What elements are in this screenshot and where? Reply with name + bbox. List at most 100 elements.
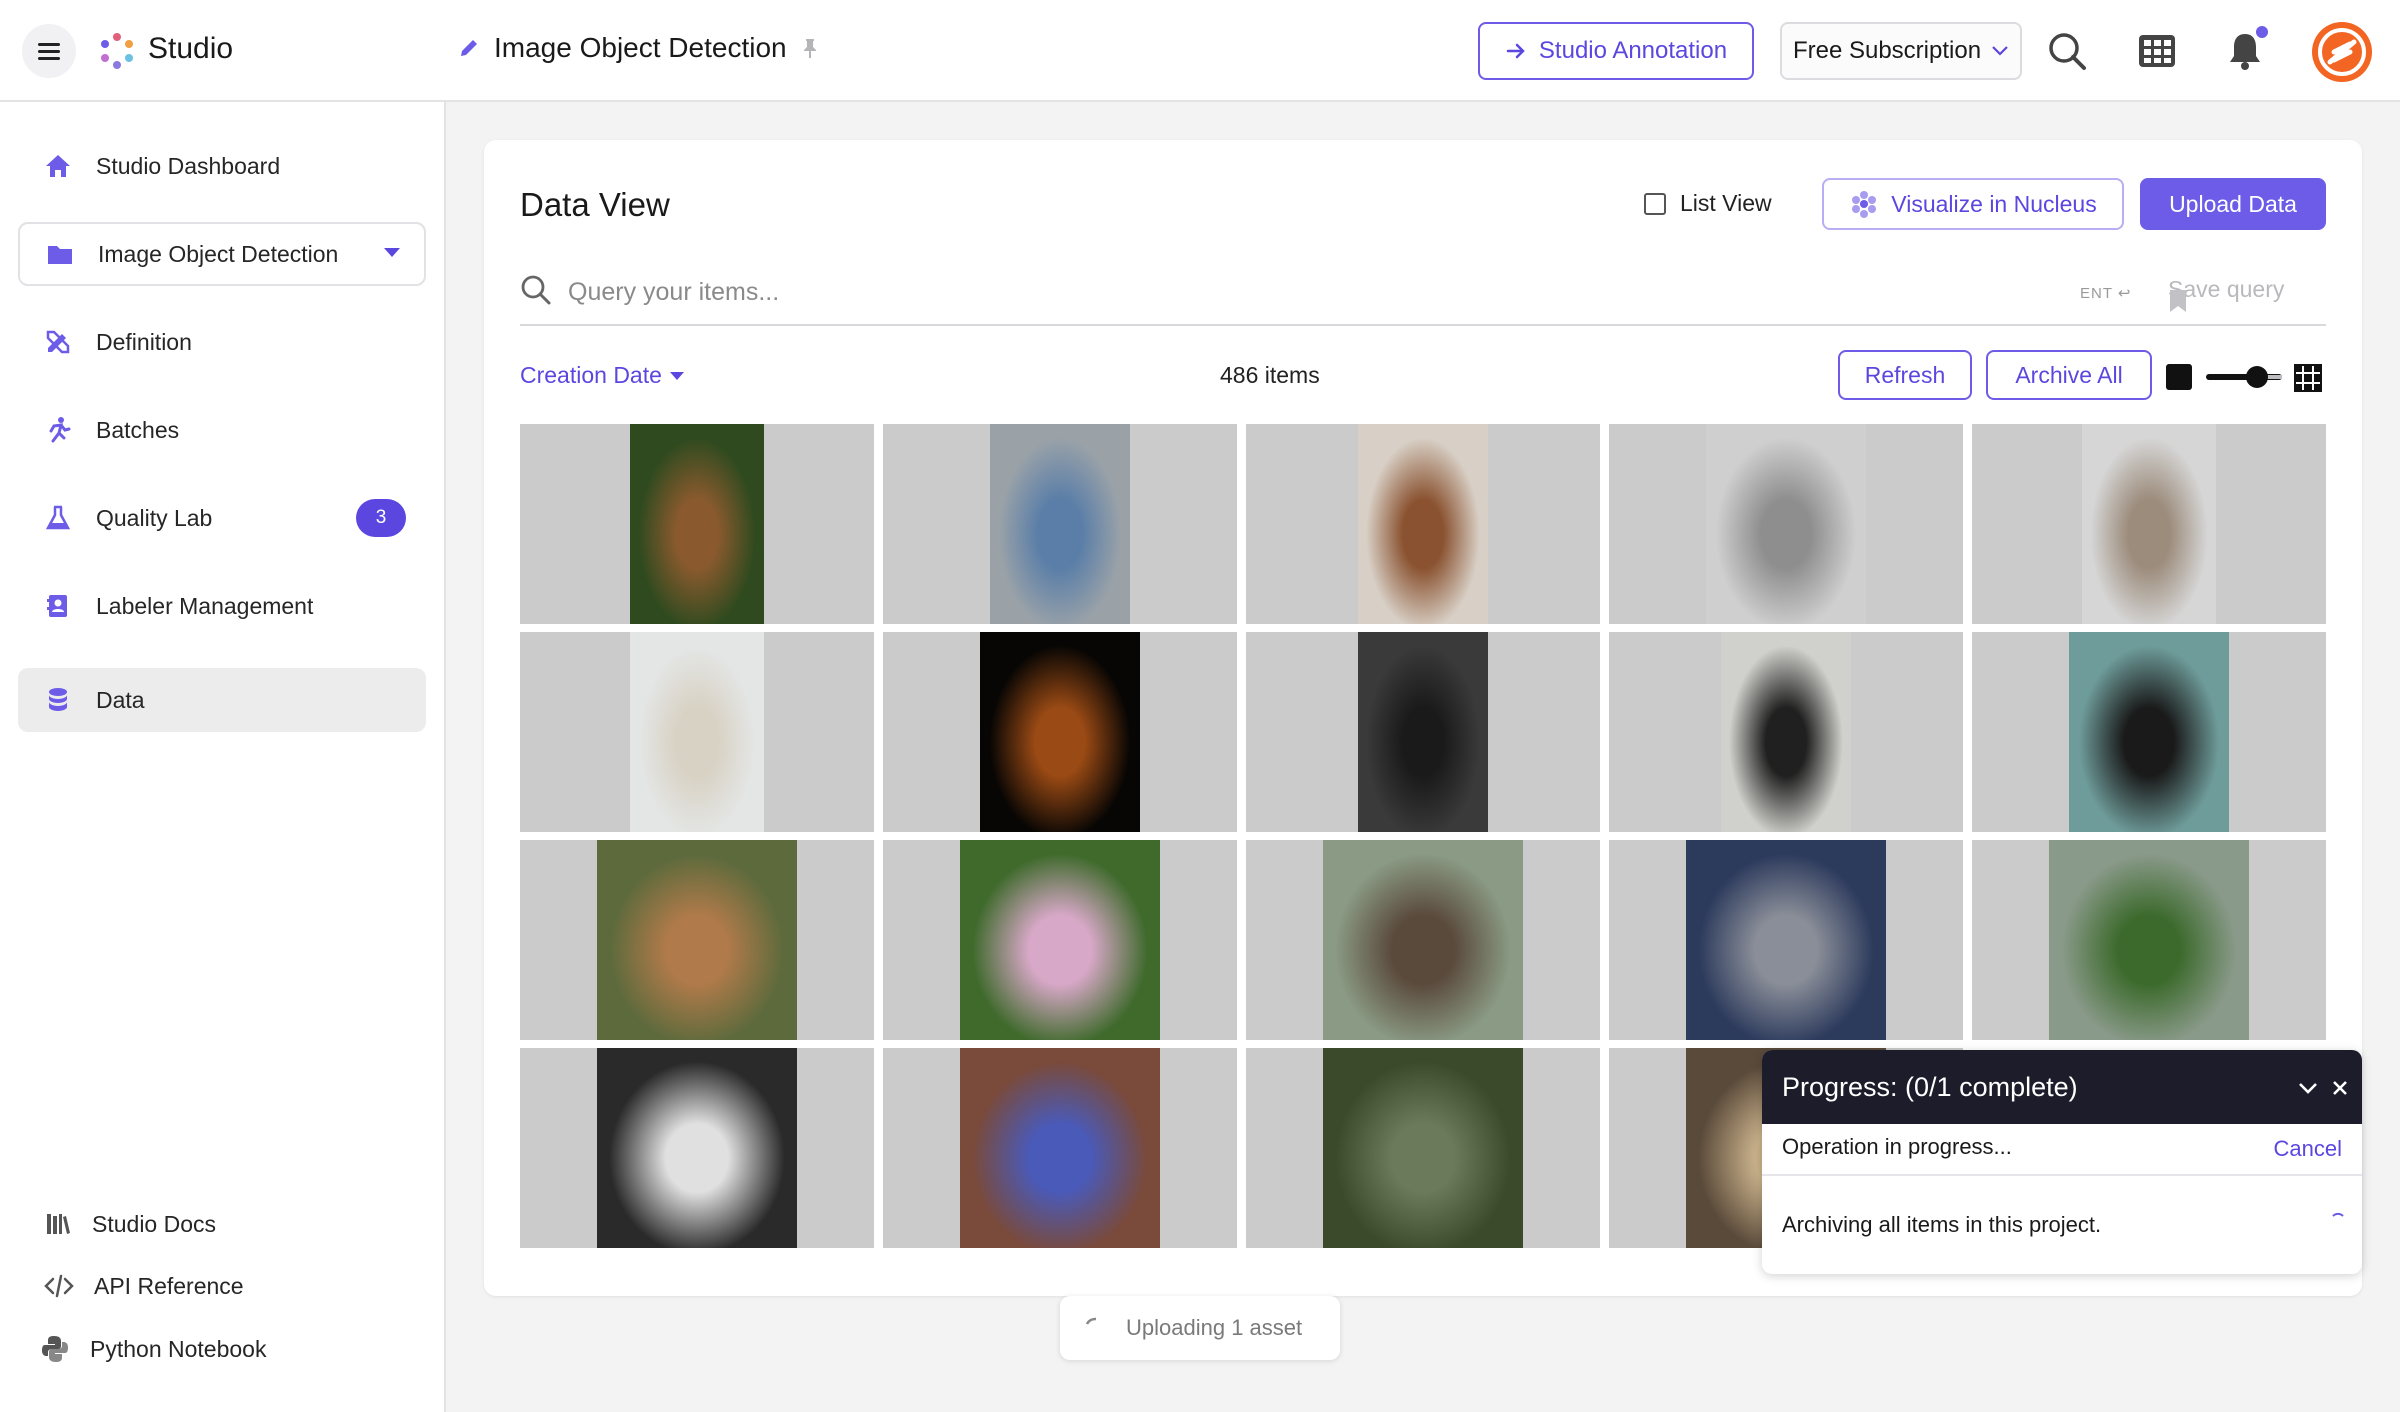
subscription-select[interactable]: Free Subscription xyxy=(1780,22,2022,80)
thumbnail-image xyxy=(1686,840,1886,1040)
image-thumbnail[interactable] xyxy=(520,424,874,624)
sidebar-item-labeler-management[interactable]: Labeler Management xyxy=(18,574,426,638)
footer-link-studio-docs[interactable]: Studio Docs xyxy=(44,1210,216,1238)
image-thumbnail[interactable] xyxy=(1246,840,1600,1040)
footer-link-label: Studio Docs xyxy=(92,1210,217,1237)
thumbnail-image xyxy=(2082,424,2216,624)
studio-annotation-label: Studio Annotation xyxy=(1538,37,1728,64)
image-thumbnail[interactable] xyxy=(520,632,874,832)
code-icon xyxy=(44,1274,74,1298)
pencil-ruler-icon xyxy=(46,330,70,354)
footer-link-label: API Reference xyxy=(94,1272,244,1299)
caret-down-icon xyxy=(669,371,684,380)
project-title-text: Image Object Detection xyxy=(494,32,787,63)
sidebar-item-label: Image Object Detection xyxy=(98,240,339,267)
thumbnail-size-slider[interactable] xyxy=(2206,366,2282,388)
sort-label: Creation Date xyxy=(520,362,662,388)
list-view-checkbox[interactable] xyxy=(1644,192,1666,215)
search-icon[interactable] xyxy=(2046,30,2088,72)
grid-view-icon[interactable] xyxy=(2292,362,2324,394)
list-view-toggle[interactable]: List View xyxy=(1644,190,1772,217)
image-thumbnail[interactable] xyxy=(883,840,1237,1040)
sort-dropdown[interactable]: Creation Date xyxy=(520,362,684,389)
arrow-right-icon xyxy=(1506,43,1525,59)
thumbnail-image xyxy=(960,840,1160,1040)
item-count: 486 items xyxy=(1220,362,1320,388)
thumbnail-size-small-icon[interactable] xyxy=(2166,364,2192,390)
image-thumbnail[interactable] xyxy=(1246,1048,1600,1248)
thumbnail-image xyxy=(1358,632,1488,832)
contact-book-icon xyxy=(47,595,67,617)
upload-data-button[interactable]: Upload Data xyxy=(2140,178,2326,230)
sidebar-item-data[interactable]: Data xyxy=(18,668,426,732)
visualize-in-nucleus-button[interactable]: Visualize in Nucleus xyxy=(1822,178,2124,230)
app-name: Studio xyxy=(148,32,234,65)
thumbnail-image xyxy=(1323,840,1523,1040)
image-thumbnail[interactable] xyxy=(883,1048,1237,1248)
image-thumbnail[interactable] xyxy=(883,632,1237,832)
thumbnail-image xyxy=(1323,1048,1523,1248)
home-icon xyxy=(46,155,70,177)
project-title[interactable]: Image Object Detection xyxy=(458,32,819,64)
chevron-down-icon xyxy=(1992,46,2008,56)
image-thumbnail[interactable] xyxy=(1972,840,2326,1040)
top-bar: Studio Image Object Detection Studio Ann… xyxy=(0,0,2400,102)
footer-link-api-reference[interactable]: API Reference xyxy=(44,1272,244,1300)
image-thumbnail[interactable] xyxy=(1246,632,1600,832)
apps-grid-icon[interactable] xyxy=(2136,30,2178,72)
footer-link-label: Python Notebook xyxy=(90,1335,267,1362)
search-icon xyxy=(521,275,551,305)
sidebar-item-project[interactable]: Image Object Detection xyxy=(18,222,426,286)
menu-button[interactable] xyxy=(22,24,76,78)
count-badge: 3 xyxy=(356,499,406,537)
progress-header: Progress: (0/1 complete) xyxy=(1762,1050,2362,1124)
image-thumbnail[interactable] xyxy=(1609,840,1963,1040)
slider-handle[interactable] xyxy=(2246,366,2268,388)
footer-link-python-notebook[interactable]: Python Notebook xyxy=(40,1334,266,1364)
query-input[interactable] xyxy=(568,270,1968,314)
image-thumbnail[interactable] xyxy=(520,1048,874,1248)
bookmark-icon xyxy=(2170,290,2186,312)
close-icon[interactable] xyxy=(2326,1074,2354,1102)
spinner-icon xyxy=(1085,1317,1097,1325)
thumbnail-image xyxy=(1706,424,1866,624)
archive-all-button[interactable]: Archive All xyxy=(1986,350,2152,400)
progress-message: Archiving all items in this project. xyxy=(1782,1212,2102,1237)
studio-annotation-button[interactable]: Studio Annotation xyxy=(1478,22,1754,80)
save-query-button[interactable]: Save query xyxy=(2168,276,2284,312)
cancel-button[interactable]: Cancel xyxy=(2274,1136,2342,1162)
avatar[interactable] xyxy=(2312,22,2372,82)
sidebar-item-definition[interactable]: Definition xyxy=(18,310,426,374)
image-thumbnail[interactable] xyxy=(1972,632,2326,832)
image-thumbnail[interactable] xyxy=(1246,424,1600,624)
thumbnail-image xyxy=(990,424,1130,624)
image-thumbnail[interactable] xyxy=(520,840,874,1040)
sidebar-item-batches[interactable]: Batches xyxy=(18,398,426,462)
caret-down-icon[interactable] xyxy=(384,248,400,257)
progress-panel: Progress: (0/1 complete) Operation in pr… xyxy=(1762,1050,2362,1274)
thumbnail-image xyxy=(2069,632,2229,832)
image-thumbnail[interactable] xyxy=(1609,632,1963,832)
spinner-icon xyxy=(2332,1212,2344,1217)
list-view-label: List View xyxy=(1680,190,1772,216)
query-search-bar: ENT ↩ Save query xyxy=(520,262,2326,326)
pin-icon[interactable] xyxy=(801,37,819,59)
page-title: Data View xyxy=(520,186,670,223)
image-thumbnail[interactable] xyxy=(1609,424,1963,624)
sidebar-item-studio-dashboard[interactable]: Studio Dashboard xyxy=(18,134,426,198)
studio-logo-icon xyxy=(101,33,133,69)
pencil-icon xyxy=(461,40,477,56)
image-thumbnail[interactable] xyxy=(883,424,1237,624)
thumbnail-image xyxy=(960,1048,1160,1248)
notification-dot xyxy=(2256,26,2268,38)
nucleus-icon xyxy=(1852,191,1877,218)
sidebar-item-quality-lab[interactable]: Quality Lab 3 xyxy=(18,486,426,550)
image-thumbnail[interactable] xyxy=(1972,424,2326,624)
thumbnail-image xyxy=(1358,424,1488,624)
chevron-down-icon[interactable] xyxy=(2294,1074,2322,1102)
upload-status-text: Uploading 1 asset xyxy=(1126,1315,1303,1340)
running-person-icon xyxy=(49,417,71,443)
refresh-button[interactable]: Refresh xyxy=(1838,350,1972,400)
sidebar-item-label: Definition xyxy=(96,328,192,355)
progress-status: Operation in progress... xyxy=(1782,1134,2012,1159)
